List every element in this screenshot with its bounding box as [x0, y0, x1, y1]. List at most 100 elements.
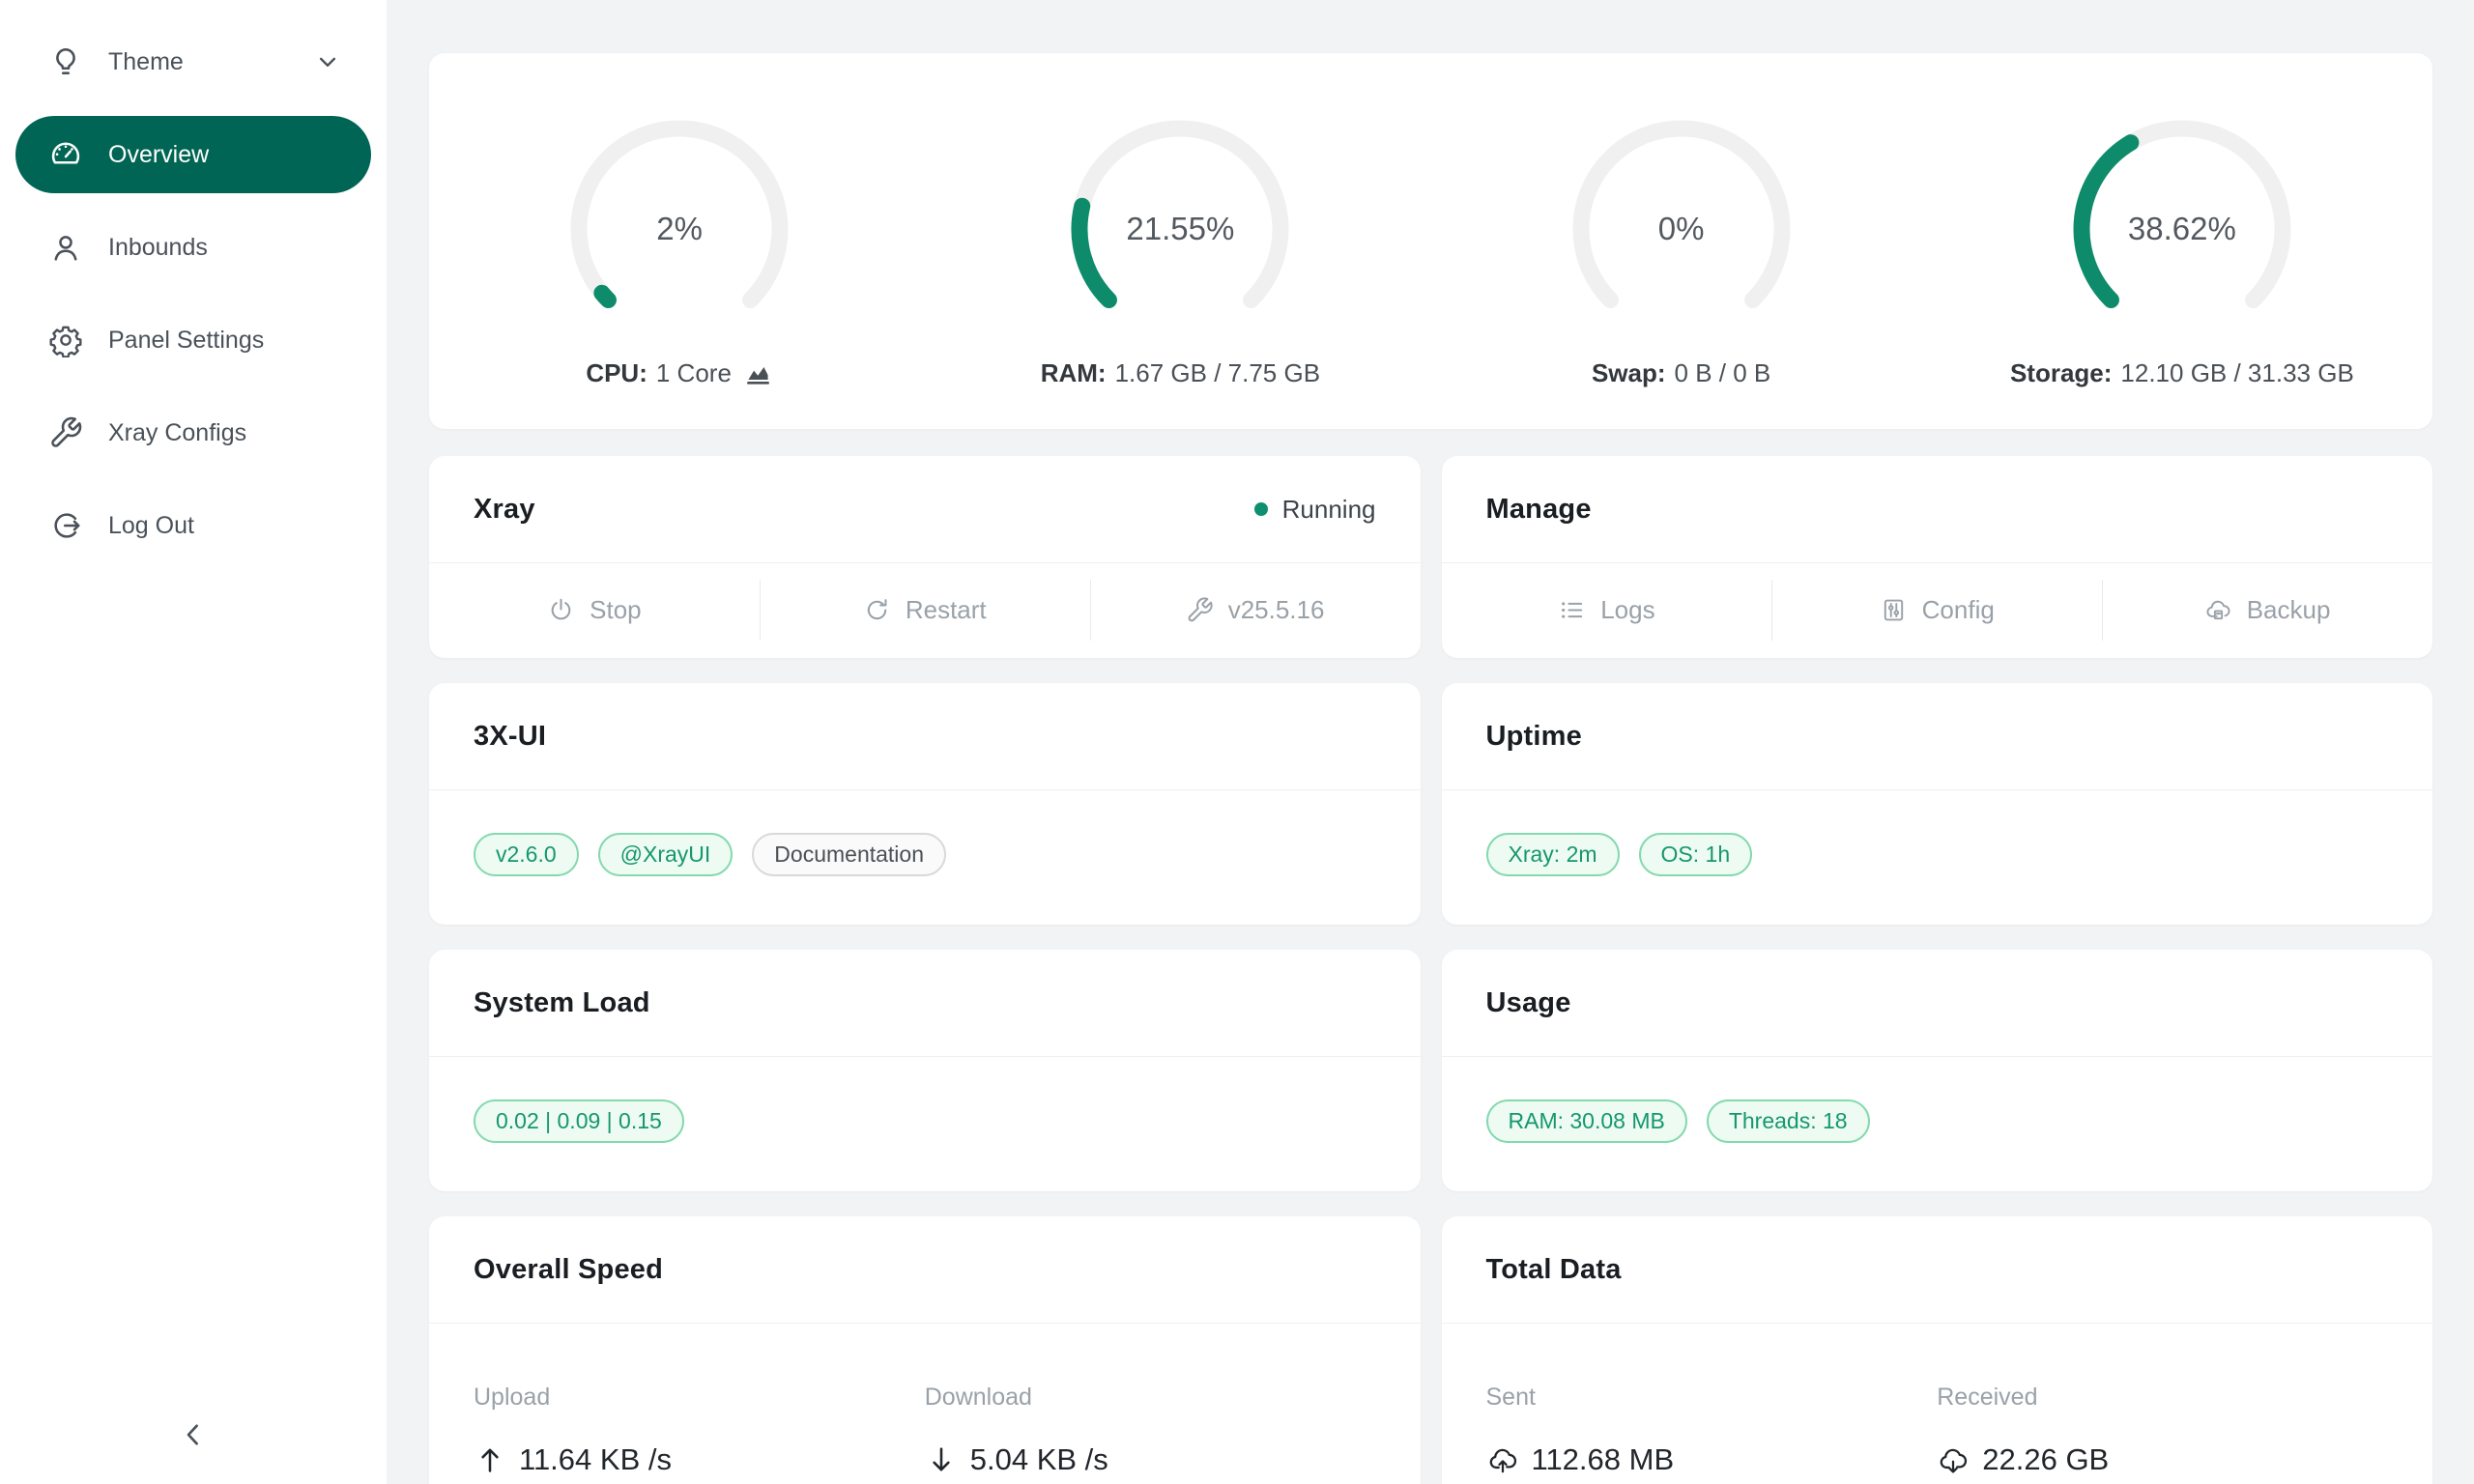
cpu-gauge-section: 2% CPU: 1 Core: [429, 53, 930, 429]
sidebar-item-label: Log Out: [108, 512, 194, 540]
system-gauges-card: 2% CPU: 1 Core 21.55% RAM: 1.67 GB: [429, 53, 2432, 429]
wrench-icon: [1186, 596, 1214, 624]
card-title: System Load: [474, 987, 650, 1019]
sidebar-collapse-button[interactable]: [0, 1405, 387, 1467]
sidebar-item-label: Overview: [108, 141, 209, 169]
swap-gauge: 0%: [1566, 113, 1798, 345]
user-icon: [48, 230, 83, 265]
overall-speed-card: Overall Speed Upload 11.64 KB /s Downl: [429, 1216, 1421, 1484]
load-average-tag: 0.02 | 0.09 | 0.15: [474, 1099, 684, 1143]
usage-card: Usage RAM: 30.08 MB Threads: 18: [1442, 950, 2433, 1191]
cpu-gauge-value: 2%: [563, 113, 795, 345]
backup-button[interactable]: Backup: [2102, 563, 2432, 657]
manage-actions: Logs Config Backup: [1442, 563, 2433, 657]
card-title: Xray: [474, 494, 535, 526]
gear-icon: [48, 323, 83, 357]
storage-gauge-value: 38.62%: [2066, 113, 2298, 345]
config-button[interactable]: Config: [1771, 563, 2102, 657]
cards-grid: Xray Running Stop: [429, 456, 2432, 1484]
card-title: Total Data: [1486, 1254, 1622, 1286]
sidebar-item-xray-configs[interactable]: Xray Configs: [15, 394, 371, 471]
stop-button[interactable]: Stop: [429, 563, 760, 657]
sidebar-item-overview[interactable]: Overview: [15, 116, 371, 193]
status-dot: [1254, 502, 1268, 516]
card-title: 3X-UI: [474, 721, 546, 753]
overall-speed-stats: Upload 11.64 KB /s Download: [429, 1324, 1421, 1477]
stat-label: Received: [1937, 1384, 2388, 1412]
card-title: Usage: [1486, 987, 1571, 1019]
os-uptime-tag: OS: 1h: [1639, 833, 1753, 876]
total-data-card: Total Data Sent 112.68 MB Received: [1442, 1216, 2433, 1484]
ram-gauge-value: 21.55%: [1064, 113, 1296, 345]
sidebar-item-theme[interactable]: Theme: [15, 23, 371, 100]
arrow-up-icon: [474, 1443, 506, 1476]
stat-value: 5.04 KB /s: [925, 1442, 1376, 1477]
cloud-server-icon: [2204, 596, 2232, 624]
swap-gauge-section: 0% Swap: 0 B / 0 B: [1431, 53, 1932, 429]
xray-card: Xray Running Stop: [429, 456, 1421, 658]
total-data-card-header: Total Data: [1442, 1216, 2433, 1324]
received-stat: Received 22.26 GB: [1937, 1384, 2388, 1477]
cpu-gauge-label: CPU: 1 Core: [586, 358, 773, 388]
threexui-card: 3X-UI v2.6.0 @XrayUI Documentation: [429, 683, 1421, 925]
threexui-tags: v2.6.0 @XrayUI Documentation: [429, 790, 1421, 919]
xray-status: Running: [1254, 495, 1376, 525]
stat-label: Upload: [474, 1384, 925, 1412]
sent-stat: Sent 112.68 MB: [1486, 1384, 1938, 1477]
sidebar-item-label: Panel Settings: [108, 327, 264, 355]
cpu-gauge: 2%: [563, 113, 795, 345]
sidebar: Theme Overview Inbounds: [0, 0, 387, 1484]
xray-actions: Stop Restart v25.5.16: [429, 563, 1421, 657]
wrench-icon: [48, 415, 83, 450]
status-label: Running: [1282, 495, 1376, 525]
reload-icon: [863, 596, 891, 624]
sliders-icon: [1880, 596, 1908, 624]
total-data-stats: Sent 112.68 MB Received: [1442, 1324, 2433, 1477]
app-root: Theme Overview Inbounds: [0, 0, 2474, 1484]
sidebar-item-label: Xray Configs: [108, 419, 246, 447]
stat-value: 11.64 KB /s: [474, 1442, 925, 1477]
ram-gauge-label: RAM: 1.67 GB / 7.75 GB: [1041, 358, 1320, 388]
swap-gauge-value: 0%: [1566, 113, 1798, 345]
logs-button[interactable]: Logs: [1442, 563, 1772, 657]
usage-tags: RAM: 30.08 MB Threads: 18: [1442, 1057, 2433, 1185]
xray-uptime-tag: Xray: 2m: [1486, 833, 1620, 876]
documentation-link-tag[interactable]: Documentation: [752, 833, 946, 876]
system-load-tags: 0.02 | 0.09 | 0.15: [429, 1057, 1421, 1185]
xray-version-button[interactable]: v25.5.16: [1090, 563, 1421, 657]
card-title: Overall Speed: [474, 1254, 663, 1286]
ram-usage-tag: RAM: 30.08 MB: [1486, 1099, 1687, 1143]
stat-value: 112.68 MB: [1486, 1442, 1938, 1477]
logout-icon: [48, 508, 83, 543]
sidebar-item-inbounds[interactable]: Inbounds: [15, 209, 371, 286]
storage-gauge-section: 38.62% Storage: 12.10 GB / 31.33 GB: [1932, 53, 2432, 429]
upload-stat: Upload 11.64 KB /s: [474, 1384, 925, 1477]
dashboard-icon: [48, 137, 83, 172]
restart-button[interactable]: Restart: [760, 563, 1090, 657]
overall-speed-card-header: Overall Speed: [429, 1216, 1421, 1324]
cloud-download-icon: [1937, 1443, 1970, 1476]
xray-card-header: Xray Running: [429, 456, 1421, 563]
xrayui-link-tag[interactable]: @XrayUI: [598, 833, 734, 876]
uptime-card: Uptime Xray: 2m OS: 1h: [1442, 683, 2433, 925]
uptime-card-header: Uptime: [1442, 683, 2433, 790]
sidebar-menu: Theme Overview Inbounds: [0, 0, 387, 587]
swap-gauge-label: Swap: 0 B / 0 B: [1592, 358, 1770, 388]
stat-label: Sent: [1486, 1384, 1938, 1412]
version-tag[interactable]: v2.6.0: [474, 833, 579, 876]
storage-gauge: 38.62%: [2066, 113, 2298, 345]
chevron-left-icon: [177, 1418, 210, 1454]
sidebar-item-panel-settings[interactable]: Panel Settings: [15, 301, 371, 379]
cloud-upload-icon: [1486, 1443, 1519, 1476]
sidebar-item-label: Theme: [108, 48, 184, 76]
threexui-card-header: 3X-UI: [429, 683, 1421, 790]
power-icon: [547, 596, 575, 624]
manage-card: Manage Logs Config: [1442, 456, 2433, 658]
arrow-down-icon: [925, 1443, 958, 1476]
usage-card-header: Usage: [1442, 950, 2433, 1057]
sidebar-item-log-out[interactable]: Log Out: [15, 487, 371, 564]
manage-card-header: Manage: [1442, 456, 2433, 563]
list-icon: [1558, 596, 1586, 624]
system-load-card-header: System Load: [429, 950, 1421, 1057]
area-chart-icon[interactable]: [743, 358, 773, 388]
